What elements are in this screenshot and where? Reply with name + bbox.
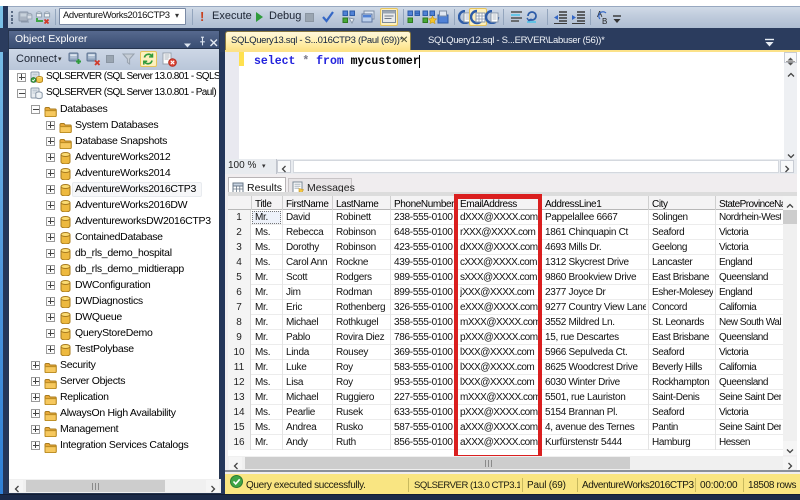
svg-text:B: B (602, 17, 607, 25)
